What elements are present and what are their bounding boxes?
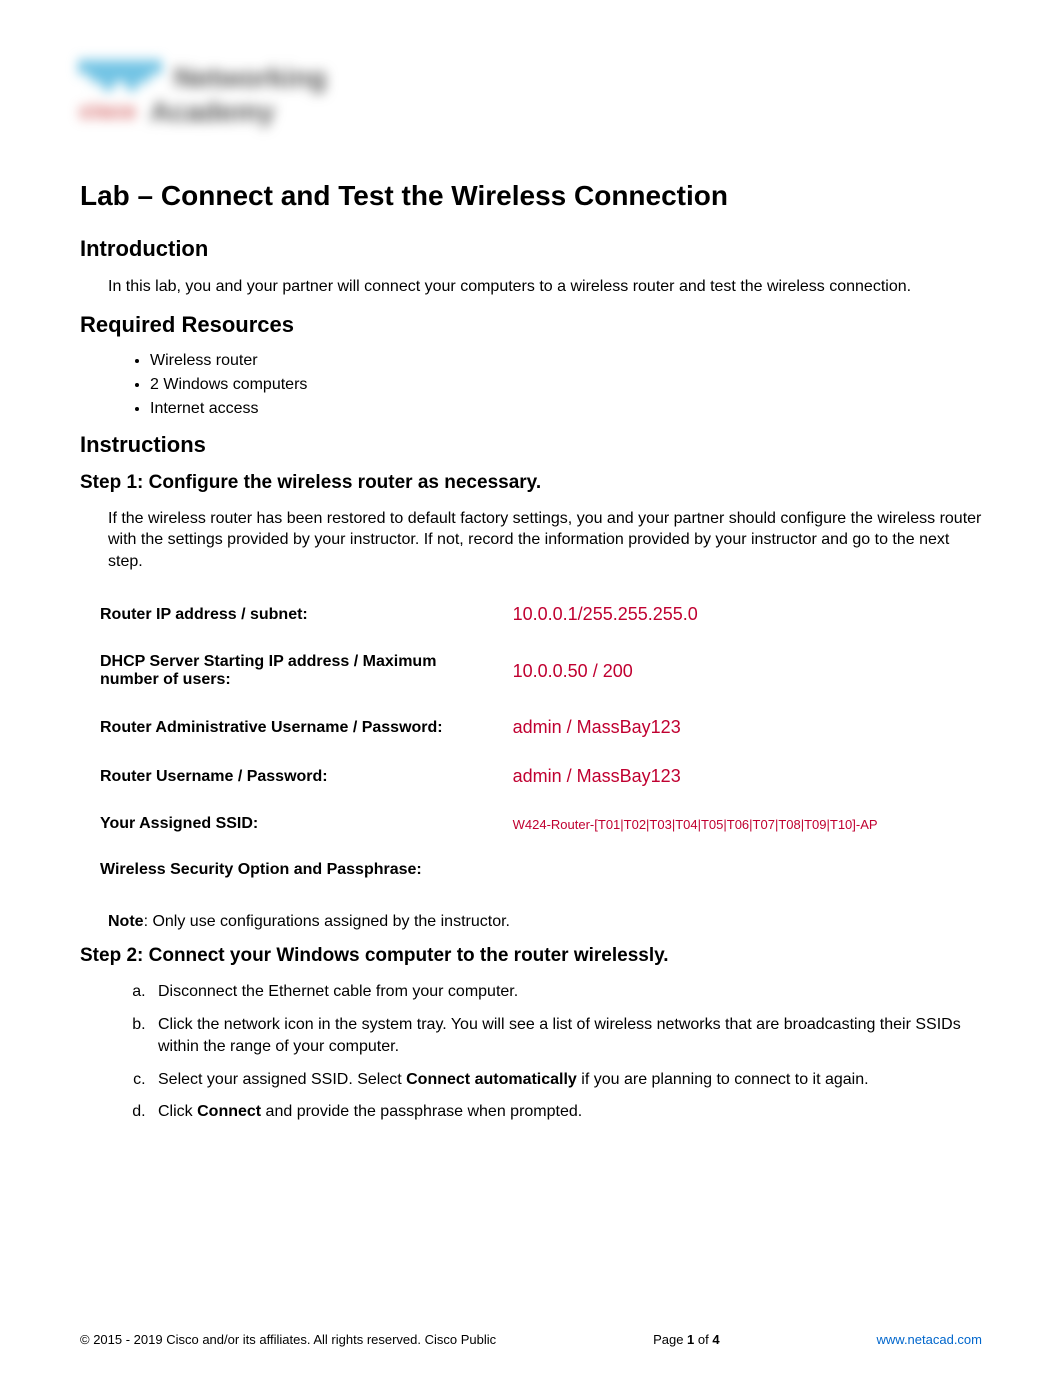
step-text: Click the network icon in the system tra… [158,1016,961,1055]
page-title: Lab – Connect and Test the Wireless Conn… [80,180,982,212]
step-text-after: and provide the passphrase when prompted… [261,1103,582,1120]
config-label: Your Assigned SSID: [86,805,493,843]
config-value: 10.0.0.50 / 200 [499,643,976,699]
config-label: DHCP Server Starting IP address / Maximu… [86,643,493,699]
config-value: W424-Router-[T01|T02|T03|T04|T05|T06|T07… [499,805,976,843]
brand-logo: Networking cisco Academy [80,60,380,150]
table-row: Wireless Security Option and Passphrase: [86,851,976,889]
config-value: admin / MassBay123 [499,707,976,748]
logo-top-word: Networking [174,62,326,94]
list-item: 2 Windows computers [150,376,982,394]
list-item: Wireless router [150,352,982,370]
list-item: Click the network icon in the system tra… [150,1014,982,1059]
intro-heading: Introduction [80,236,982,262]
config-label: Router Username / Password: [86,756,493,797]
step1-note: Note: Only use configurations assigned b… [80,913,982,931]
table-row: Router Username / Password: admin / Mass… [86,756,976,797]
step1-text: If the wireless router has been restored… [80,508,982,573]
footer-page: Page 1 of 4 [653,1332,720,1347]
intro-text: In this lab, you and your partner will c… [80,276,982,298]
list-item: Click Connect and provide the passphrase… [150,1101,982,1123]
config-value: 10.0.0.1/255.255.255.0 [499,594,976,635]
config-value: admin / MassBay123 [499,756,976,797]
step-text-bold: Connect [197,1103,261,1120]
config-label: Router IP address / subnet: [86,594,493,635]
step2-list: Disconnect the Ethernet cable from your … [80,981,982,1123]
footer-link[interactable]: www.netacad.com [877,1332,983,1347]
step2-heading: Step 2: Connect your Windows computer to… [80,945,982,967]
table-row: DHCP Server Starting IP address / Maximu… [86,643,976,699]
step-text-after: if you are planning to connect to it aga… [577,1071,869,1088]
config-label: Router Administrative Username / Passwor… [86,707,493,748]
list-item: Select your assigned SSID. Select Connec… [150,1069,982,1091]
instructions-heading: Instructions [80,432,982,458]
config-label: Wireless Security Option and Passphrase: [86,851,493,889]
logo-bottom-word: Academy [150,96,275,128]
table-row: Router Administrative Username / Passwor… [86,707,976,748]
step-text-before: Click [158,1103,197,1120]
list-item: Internet access [150,400,982,418]
step1-heading: Step 1: Configure the wireless router as… [80,472,982,494]
step-text-bold: Connect automatically [406,1071,577,1088]
resources-heading: Required Resources [80,312,982,338]
config-table: Router IP address / subnet: 10.0.0.1/255… [80,586,982,897]
note-text: : Only use configurations assigned by th… [144,913,510,930]
config-value [499,851,976,889]
table-row: Router IP address / subnet: 10.0.0.1/255… [86,594,976,635]
note-label: Note [108,913,144,930]
resources-list: Wireless router 2 Windows computers Inte… [80,352,982,418]
page-footer: © 2015 - 2019 Cisco and/or its affiliate… [80,1332,982,1347]
footer-copyright: © 2015 - 2019 Cisco and/or its affiliate… [80,1332,496,1347]
logo-brand: cisco [80,101,136,124]
table-row: Your Assigned SSID: W424-Router-[T01|T02… [86,805,976,843]
step-text: Disconnect the Ethernet cable from your … [158,983,518,1000]
list-item: Disconnect the Ethernet cable from your … [150,981,982,1003]
step-text-before: Select your assigned SSID. Select [158,1071,406,1088]
